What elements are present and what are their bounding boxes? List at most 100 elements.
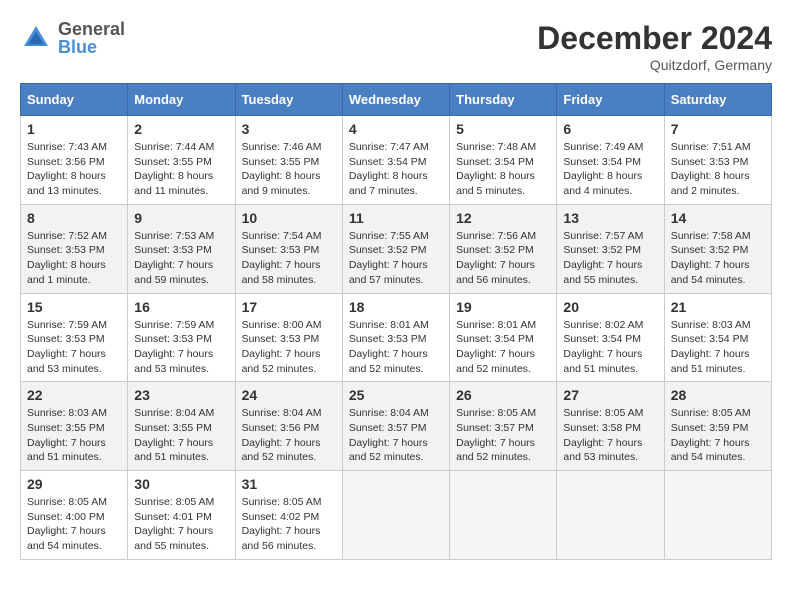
day-number: 4 (349, 121, 443, 137)
calendar-cell: 27Sunrise: 8:05 AMSunset: 3:58 PMDayligh… (557, 382, 664, 471)
day-number: 10 (242, 210, 336, 226)
calendar-cell: 9Sunrise: 7:53 AMSunset: 3:53 PMDaylight… (128, 204, 235, 293)
day-number: 30 (134, 476, 228, 492)
day-info: Sunrise: 7:43 AMSunset: 3:56 PMDaylight:… (27, 140, 121, 199)
logo: General Blue (20, 20, 125, 56)
page-header: General Blue December 2024 Quitzdorf, Ge… (20, 20, 772, 73)
calendar-cell: 4Sunrise: 7:47 AMSunset: 3:54 PMDaylight… (342, 116, 449, 205)
calendar-cell: 23 Sunrise: 8:04 AMSunset: 3:55 PMDayligh… (128, 382, 235, 471)
day-info: Sunrise: 8:03 AMSunset: 3:54 PMDaylight:… (671, 318, 765, 377)
day-number: 21 (671, 299, 765, 315)
day-info: Sunrise: 8:04 AMSunset: 3:55 PMDaylight:… (134, 406, 228, 465)
calendar-cell: 20 Sunrise: 8:02 AMSunset: 3:54 PMDayligh… (557, 293, 664, 382)
day-info: Sunrise: 8:05 AMSunset: 3:57 PMDaylight:… (456, 406, 550, 465)
weekday-header: Tuesday (235, 84, 342, 116)
calendar-cell (342, 471, 449, 560)
day-number: 12 (456, 210, 550, 226)
day-info: Sunrise: 8:05 AMSunset: 3:59 PMDaylight:… (671, 406, 765, 465)
calendar-cell: 6 Sunrise: 7:49 AMSunset: 3:54 PMDaylight… (557, 116, 664, 205)
calendar-week-row: 15 Sunrise: 7:59 AMSunset: 3:53 PMDayligh… (21, 293, 772, 382)
day-info: Sunrise: 8:05 AMSunset: 4:02 PMDaylight:… (242, 495, 336, 554)
day-info: Sunrise: 7:59 AMSunset: 3:53 PMDaylight:… (134, 318, 228, 377)
calendar: SundayMondayTuesdayWednesdayThursdayFrid… (20, 83, 772, 560)
day-info: Sunrise: 8:01 AMSunset: 3:54 PMDaylight:… (456, 318, 550, 377)
calendar-week-row: 1 Sunrise: 7:43 AMSunset: 3:56 PMDaylight… (21, 116, 772, 205)
calendar-cell: 12 Sunrise: 7:56 AMSunset: 3:52 PMDayligh… (450, 204, 557, 293)
day-number: 5 (456, 121, 550, 137)
day-number: 18 (349, 299, 443, 315)
calendar-cell: 10 Sunrise: 7:54 AMSunset: 3:53 PMDayligh… (235, 204, 342, 293)
day-info: Sunrise: 8:04 AMSunset: 3:56 PMDaylight:… (242, 406, 336, 465)
calendar-cell: 7 Sunrise: 7:51 AMSunset: 3:53 PMDaylight… (664, 116, 771, 205)
day-info: Sunrise: 8:00 AMSunset: 3:53 PMDaylight:… (242, 318, 336, 377)
calendar-cell: 11 Sunrise: 7:55 AMSunset: 3:52 PMDayligh… (342, 204, 449, 293)
day-info: Sunrise: 7:49 AMSunset: 3:54 PMDaylight:… (563, 140, 657, 199)
calendar-cell: 17 Sunrise: 8:00 AMSunset: 3:53 PMDayligh… (235, 293, 342, 382)
day-number: 8 (27, 210, 121, 226)
day-info: Sunrise: 8:05 AMSunset: 4:01 PMDaylight:… (134, 495, 228, 554)
day-number: 26 (456, 387, 550, 403)
day-number: 6 (563, 121, 657, 137)
calendar-cell: 1 Sunrise: 7:43 AMSunset: 3:56 PMDaylight… (21, 116, 128, 205)
day-number: 20 (563, 299, 657, 315)
calendar-cell: 5 Sunrise: 7:48 AMSunset: 3:54 PMDaylight… (450, 116, 557, 205)
day-number: 1 (27, 121, 121, 137)
calendar-week-row: 29 Sunrise: 8:05 AMSunset: 4:00 PMDayligh… (21, 471, 772, 560)
weekday-header: Saturday (664, 84, 771, 116)
day-info: Sunrise: 7:55 AMSunset: 3:52 PMDaylight:… (349, 229, 443, 288)
calendar-cell: 24 Sunrise: 8:04 AMSunset: 3:56 PMDayligh… (235, 382, 342, 471)
logo-line2: Blue (58, 38, 125, 56)
weekday-header: Thursday (450, 84, 557, 116)
calendar-cell: 18 Sunrise: 8:01 AMSunset: 3:53 PMDayligh… (342, 293, 449, 382)
calendar-cell: 21 Sunrise: 8:03 AMSunset: 3:54 PMDayligh… (664, 293, 771, 382)
calendar-cell: 31 Sunrise: 8:05 AMSunset: 4:02 PMDayligh… (235, 471, 342, 560)
calendar-cell (450, 471, 557, 560)
calendar-cell: 26 Sunrise: 8:05 AMSunset: 3:57 PMDayligh… (450, 382, 557, 471)
day-info: Sunrise: 8:03 AMSunset: 3:55 PMDaylight:… (27, 406, 121, 465)
day-info: Sunrise: 7:58 AMSunset: 3:52 PMDaylight:… (671, 229, 765, 288)
day-number: 2 (134, 121, 228, 137)
logo-icon (20, 22, 52, 54)
calendar-cell: 15Sunrise: 7:59 AMSunset: 3:53 PMDayligh… (21, 293, 128, 382)
day-info: Sunrise: 7:46 AMSunset: 3:55 PMDaylight:… (242, 140, 336, 199)
day-number: 3 (242, 121, 336, 137)
day-info: Sunrise: 8:05 AMSunset: 3:58 PMDaylight:… (563, 406, 657, 465)
weekday-header-row: SundayMondayTuesdayWednesdayThursdayFrid… (21, 84, 772, 116)
day-info: Sunrise: 7:54 AMSunset: 3:53 PMDaylight:… (242, 229, 336, 288)
day-info: Sunrise: 8:04 AMSunset: 3:57 PMDaylight:… (349, 406, 443, 465)
calendar-cell: 25Sunrise: 8:04 AMSunset: 3:57 PMDayligh… (342, 382, 449, 471)
day-info: Sunrise: 7:56 AMSunset: 3:52 PMDaylight:… (456, 229, 550, 288)
logo-line1: General (58, 20, 125, 38)
day-info: Sunrise: 8:05 AMSunset: 4:00 PMDaylight:… (27, 495, 121, 554)
location: Quitzdorf, Germany (537, 57, 772, 73)
day-number: 29 (27, 476, 121, 492)
calendar-cell: 14 Sunrise: 7:58 AMSunset: 3:52 PMDayligh… (664, 204, 771, 293)
day-info: Sunrise: 8:01 AMSunset: 3:53 PMDaylight:… (349, 318, 443, 377)
calendar-cell: 16 Sunrise: 7:59 AMSunset: 3:53 PMDayligh… (128, 293, 235, 382)
calendar-cell: 22Sunrise: 8:03 AMSunset: 3:55 PMDayligh… (21, 382, 128, 471)
day-number: 28 (671, 387, 765, 403)
day-info: Sunrise: 7:48 AMSunset: 3:54 PMDaylight:… (456, 140, 550, 199)
day-number: 23 (134, 387, 228, 403)
weekday-header: Monday (128, 84, 235, 116)
calendar-week-row: 22Sunrise: 8:03 AMSunset: 3:55 PMDayligh… (21, 382, 772, 471)
day-number: 11 (349, 210, 443, 226)
day-info: Sunrise: 7:51 AMSunset: 3:53 PMDaylight:… (671, 140, 765, 199)
day-info: Sunrise: 7:44 AMSunset: 3:55 PMDaylight:… (134, 140, 228, 199)
calendar-cell: 13Sunrise: 7:57 AMSunset: 3:52 PMDayligh… (557, 204, 664, 293)
calendar-cell: 19Sunrise: 8:01 AMSunset: 3:54 PMDayligh… (450, 293, 557, 382)
day-number: 16 (134, 299, 228, 315)
day-number: 24 (242, 387, 336, 403)
day-number: 14 (671, 210, 765, 226)
day-info: Sunrise: 8:02 AMSunset: 3:54 PMDaylight:… (563, 318, 657, 377)
day-number: 15 (27, 299, 121, 315)
day-info: Sunrise: 7:57 AMSunset: 3:52 PMDaylight:… (563, 229, 657, 288)
calendar-cell: 29 Sunrise: 8:05 AMSunset: 4:00 PMDayligh… (21, 471, 128, 560)
day-number: 17 (242, 299, 336, 315)
calendar-cell: 30 Sunrise: 8:05 AMSunset: 4:01 PMDayligh… (128, 471, 235, 560)
day-number: 31 (242, 476, 336, 492)
weekday-header: Friday (557, 84, 664, 116)
calendar-cell: 8Sunrise: 7:52 AMSunset: 3:53 PMDaylight… (21, 204, 128, 293)
day-number: 7 (671, 121, 765, 137)
calendar-week-row: 8Sunrise: 7:52 AMSunset: 3:53 PMDaylight… (21, 204, 772, 293)
